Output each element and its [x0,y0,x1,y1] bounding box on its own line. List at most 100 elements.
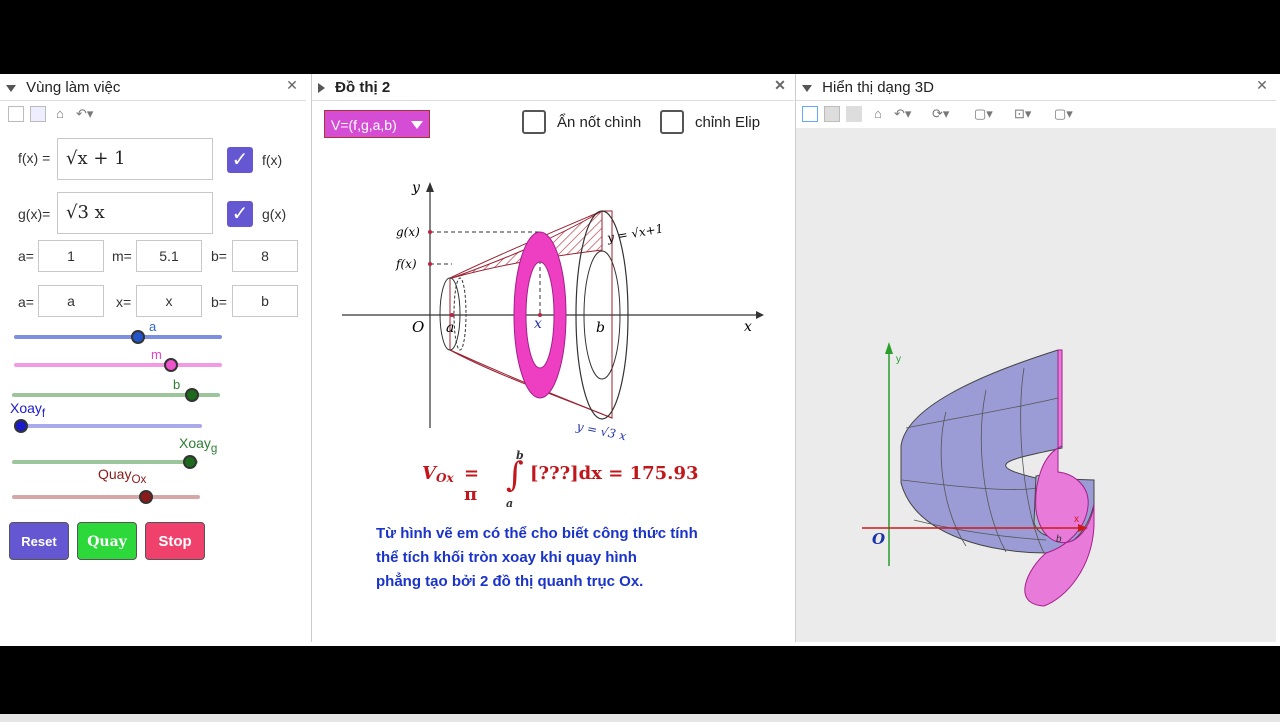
hide-checkbox[interactable] [522,110,546,134]
ellipse-checkbox-label: chỉnh Elip [695,114,761,131]
view-direction-icon[interactable]: ▢▾ [1054,106,1073,122]
integral-upper: b [516,449,524,462]
instruction-text: Từ hình vẽ em có thể cho biết công thức … [376,522,698,594]
a2-label: a= [18,294,34,310]
label-x: x [534,316,542,332]
b2-label: b= [211,294,227,310]
g-check-label: g(x) [262,206,287,222]
geogebra-app: Vùng làm việc ✕ ⌂ ↶▾ f(x) = √x + 1 ✓ f(x… [0,74,1280,722]
slider-a-track[interactable] [14,335,222,339]
y-label-3d: y [896,354,901,365]
axis-x-label: x [744,319,752,335]
view3d-panel: Hiển thị dạng 3D ✕ ⌂ ↶▾ ⟳▾ ▢▾ ⊡▾ ▢▾ y x … [795,74,1276,642]
b2-input[interactable]: b [232,285,298,317]
m-label: m= [112,248,132,264]
slider-xoayf-handle[interactable] [14,419,28,433]
hide-checkbox-label: Ẩn nốt chình [557,114,642,131]
solid-3d: y x b O [862,342,1095,607]
quay-button[interactable]: Quay [77,522,137,560]
slider-xoayf-track[interactable] [14,424,202,428]
a-label: a= [18,248,34,264]
collapse-icon[interactable] [6,84,16,92]
chevron-down-icon [411,121,423,129]
slider-quay-label: QuayOx [98,466,147,486]
x-label: x= [116,294,132,310]
status-strip [0,714,1280,722]
projection-icon[interactable]: ▢▾ [974,106,993,122]
f-checkbox[interactable]: ✓ [227,147,253,173]
axes-toggle-icon[interactable] [802,106,818,122]
slider-quay-handle[interactable] [139,490,153,504]
g-label: g(x)= [18,206,51,222]
panel-header: Vùng làm việc ✕ [0,74,306,101]
volume-dropdown[interactable]: V=(f,g,a,b) [324,110,430,138]
instruction-line: thể tích khối tròn xoay khi quay hình [376,549,637,566]
integral-lower: a [506,497,514,510]
grid-toggle-icon[interactable] [824,106,840,122]
slider-m-label: m [151,347,162,362]
graphics2-panel: Đồ thị 2 ✕ V=(f,g,a,b) Ẩn nốt chình chỉn… [311,74,794,642]
slider-a-handle[interactable] [131,330,145,344]
f-input[interactable]: √x + 1 [57,138,213,180]
panel-title: Đồ thị 2 [335,79,391,96]
plane-toggle-icon[interactable] [846,106,862,122]
a-input[interactable]: 1 [38,240,104,272]
view3d-canvas[interactable]: y x b O [796,128,1276,642]
ellipse-checkbox[interactable] [660,110,684,134]
instruction-line: phẳng tạo bởi 2 đồ thị quanh trục Ox. [376,573,644,590]
origin-label: O [412,318,424,336]
rotate-icon[interactable]: ⟳▾ [932,106,949,122]
f-label: f(x) = [18,150,51,166]
curve-g-label: y = √3 x [574,419,627,443]
close-icon[interactable]: ✕ [772,77,788,93]
slider-xoayg-handle[interactable] [183,455,197,469]
formula-v: V [422,463,436,484]
panel-title: Vùng làm việc [26,79,121,96]
undo-icon[interactable]: ↶▾ [894,106,911,122]
dropdown-value: V=(f,g,a,b) [331,117,397,133]
clipping-icon[interactable]: ⊡▾ [1014,106,1031,122]
formula-sub: Ox [436,471,454,485]
g-input[interactable]: √3 x [57,192,213,234]
panel-header: Đồ thị 2 ✕ [312,74,794,101]
formula-body: [???]dx = 175.93 [530,463,699,484]
instruction-line: Từ hình vẽ em có thể cho biết công thức … [376,525,698,542]
gx-label: g(x) [396,225,420,239]
undo-icon[interactable]: ↶▾ [76,106,93,122]
panel-title: Hiển thị dạng 3D [822,79,934,96]
g-checkbox[interactable]: ✓ [227,201,253,227]
x-input[interactable]: x [136,285,202,317]
slider-xoayg-track[interactable] [12,460,198,464]
b-input[interactable]: 8 [232,240,298,272]
gx-point [428,230,432,234]
expand-icon[interactable] [318,83,325,94]
f-check-label: f(x) [262,152,283,168]
fx-point [428,262,432,266]
b-label: b= [211,248,227,264]
point-a [450,313,454,317]
reset-button[interactable]: Reset [9,522,69,560]
toolbar-3d: ⌂ ↶▾ ⟳▾ ▢▾ ⊡▾ ▢▾ [796,101,1276,127]
slider-b-handle[interactable] [185,388,199,402]
home-icon[interactable]: ⌂ [56,106,64,122]
grid-icon[interactable] [30,106,46,122]
slider-quay-track[interactable] [12,495,200,499]
solid-illustration: y x O g(x) f(x) a x b y = √x+1 y = √3 x [342,180,764,443]
a2-input[interactable]: a [38,285,104,317]
x-axis-arrow-icon [756,311,764,319]
stop-button[interactable]: Stop [145,522,205,560]
close-icon[interactable]: ✕ [284,77,300,93]
m-input[interactable]: 5.1 [136,240,202,272]
slider-xoayf-label: Xoayf [10,400,46,420]
y-arrow-icon [885,342,893,354]
slider-m-handle[interactable] [164,358,178,372]
graphics-view-icon[interactable] [8,106,24,122]
collapse-icon[interactable] [802,84,812,92]
home-icon[interactable]: ⌂ [874,106,882,122]
slider-m-track[interactable] [14,363,222,367]
x-label-3d: x [1074,514,1079,525]
panel-header: Hiển thị dạng 3D ✕ [796,74,1276,101]
label-b: b [596,320,605,336]
algebra-body: f(x) = √x + 1 ✓ f(x) g(x)= √3 x ✓ g(x) a… [0,128,306,642]
close-icon[interactable]: ✕ [1254,77,1270,93]
